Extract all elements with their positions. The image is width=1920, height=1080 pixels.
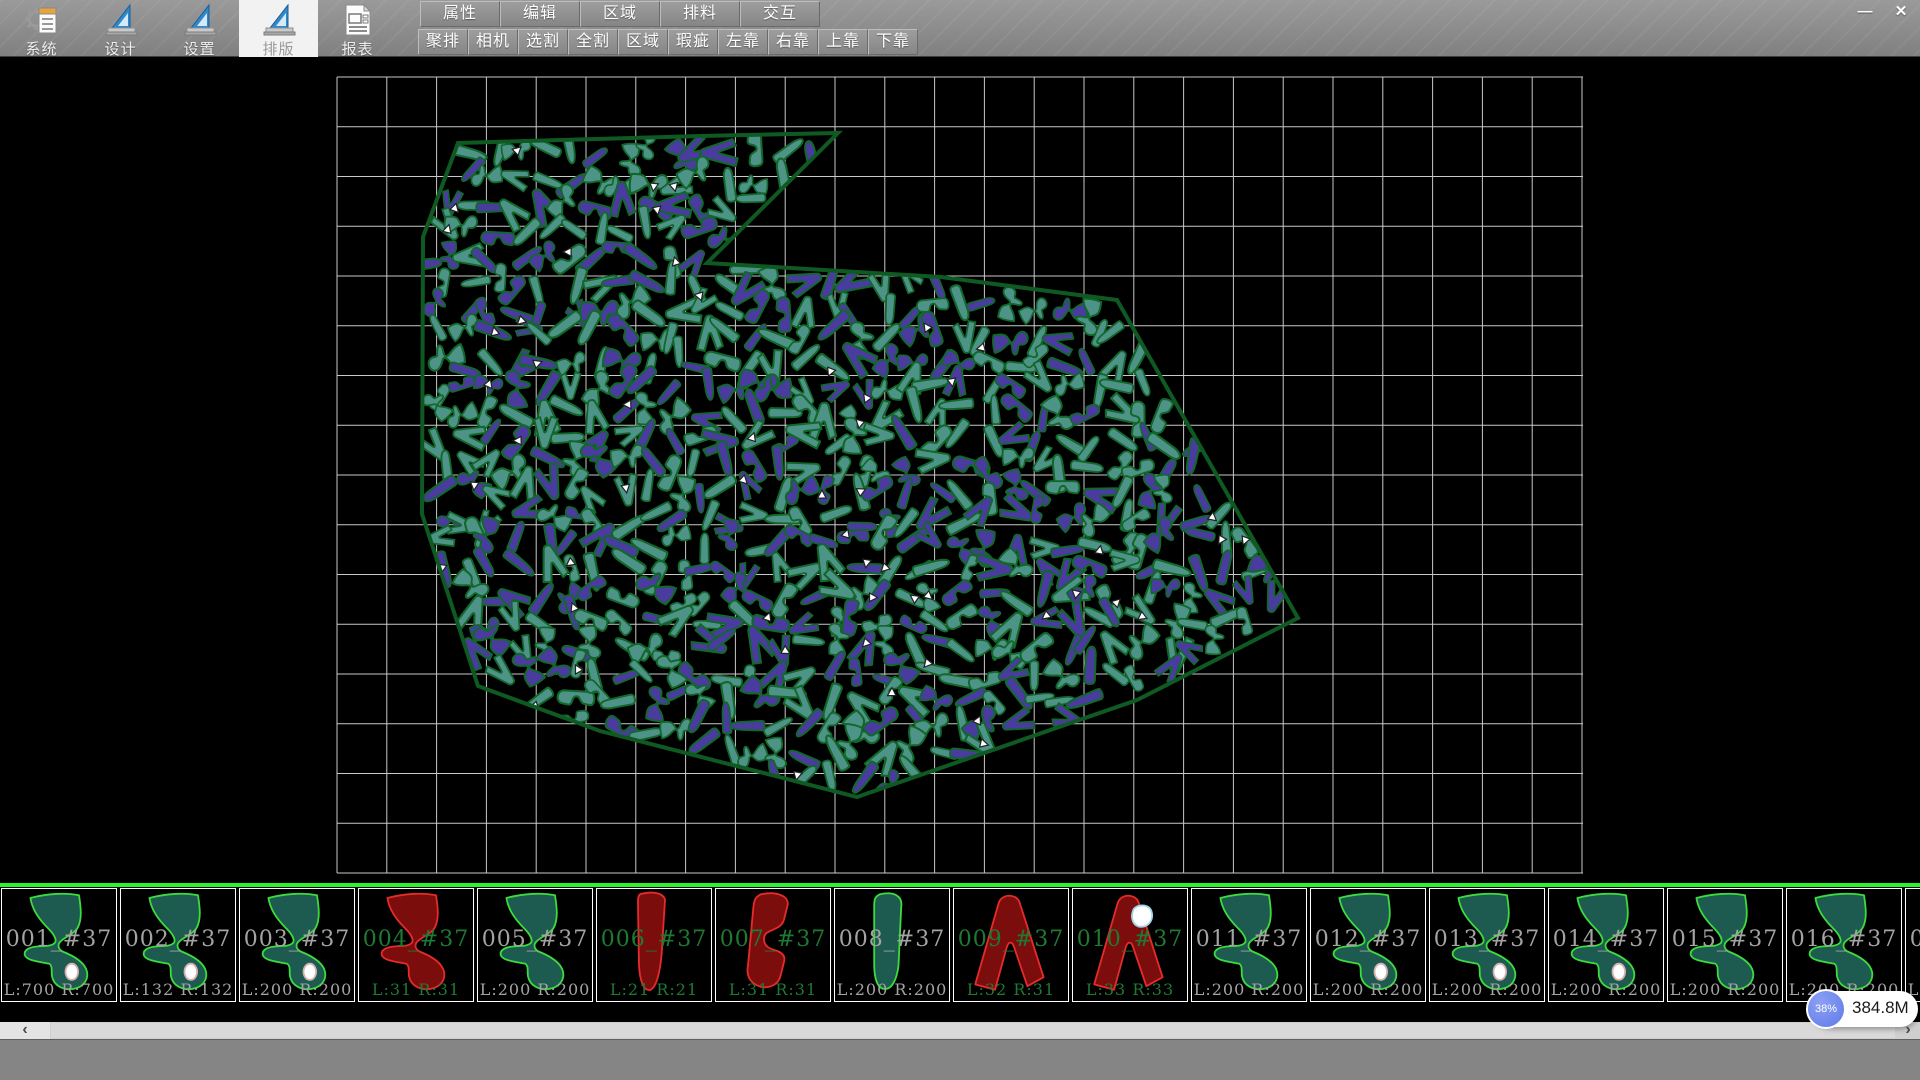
app-tab-settings[interactable]: 设置 <box>160 0 239 57</box>
piece-thumbnail-007_#37[interactable]: 007_#37L:31 R:31 <box>715 888 831 1002</box>
report-icon <box>340 2 376 38</box>
menu-item-align-top[interactable]: 上靠 <box>818 29 868 55</box>
piece-thumbnail-005_#37[interactable]: 005_#37L:200 R:200 <box>477 888 593 1002</box>
piece-thumbnail-013_#37[interactable]: 013_#37L:200 R:200 <box>1429 888 1545 1002</box>
menu-item-region[interactable]: 区域 <box>580 1 660 27</box>
piece-thumbnail-017_#37[interactable]: 017_#37L:200 R:200 <box>1905 888 1920 1002</box>
app-tab-label: 设计 <box>81 38 160 59</box>
cpu-percent-indicator: 38% <box>1806 989 1846 1029</box>
menu-row-primary: 属性编辑区域排料交互 <box>420 1 820 28</box>
app-tab-label: 设置 <box>160 38 239 59</box>
ruler-icon <box>261 2 297 38</box>
piece-shape <box>478 889 592 1001</box>
piece-thumbnail-006_#37[interactable]: 006_#37L:21 R:21 <box>596 888 712 1002</box>
piece-thumbnail-015_#37[interactable]: 015_#37L:200 R:200 <box>1667 888 1783 1002</box>
piece-shape <box>1430 889 1544 1001</box>
ruler-icon <box>182 2 218 38</box>
piece-thumbnail-strip: 001_#37L:700 R:700002_#37L:132 R:132003_… <box>1 888 1920 1002</box>
piece-thumbnail-003_#37[interactable]: 003_#37L:200 R:200 <box>239 888 355 1002</box>
menu-row-secondary: 聚排相机选割全割区域瑕疵左靠右靠上靠下靠 <box>418 29 918 56</box>
app-tab-label: 系统 <box>2 38 81 59</box>
piece-shape <box>1311 889 1425 1001</box>
piece-thumbnail-zone: 001_#37L:700 R:700002_#37L:132 R:132003_… <box>0 883 1920 1022</box>
piece-shape <box>835 889 949 1001</box>
strip-divider-line <box>0 883 1920 887</box>
piece-shape <box>1906 889 1920 1001</box>
piece-shape <box>1668 889 1782 1001</box>
piece-thumbnail-002_#37[interactable]: 002_#37L:132 R:132 <box>120 888 236 1002</box>
menu-item-align-bottom[interactable]: 下靠 <box>868 29 918 55</box>
horizontal-scrollbar[interactable]: ‹ › <box>0 1022 1920 1039</box>
piece-thumbnail-008_#37[interactable]: 008_#37L:200 R:200 <box>834 888 950 1002</box>
piece-shape <box>121 889 235 1001</box>
menu-item-properties[interactable]: 属性 <box>420 1 500 27</box>
piece-thumbnail-004_#37[interactable]: 004_#37L:31 R:31 <box>358 888 474 1002</box>
piece-shape <box>359 889 473 1001</box>
piece-shape <box>1073 889 1187 1001</box>
piece-shape <box>1787 889 1901 1001</box>
menu-item-cut-all[interactable]: 全割 <box>568 29 618 55</box>
menu-item-cluster-nest[interactable]: 聚排 <box>418 29 468 55</box>
piece-thumbnail-011_#37[interactable]: 011_#37L:200 R:200 <box>1191 888 1307 1002</box>
menu-item-edit[interactable]: 编辑 <box>500 1 580 27</box>
nested-pieces <box>406 128 1292 802</box>
app-tab-layout[interactable]: 排版 <box>239 0 318 57</box>
app-tab-label: 报表 <box>318 38 397 59</box>
menu-item-align-right[interactable]: 右靠 <box>768 29 818 55</box>
piece-shape <box>597 889 711 1001</box>
menu-item-select-cut[interactable]: 选割 <box>518 29 568 55</box>
piece-shape <box>240 889 354 1001</box>
menu-item-align-left[interactable]: 左靠 <box>718 29 768 55</box>
close-button[interactable]: ✕ <box>1886 2 1916 22</box>
piece-thumbnail-012_#37[interactable]: 012_#37L:200 R:200 <box>1310 888 1426 1002</box>
menu-item-defect[interactable]: 瑕疵 <box>668 29 718 55</box>
minimize-button[interactable]: — <box>1850 2 1880 22</box>
memory-usage-badge: 38% 384.8M <box>1806 989 1918 1029</box>
piece-shape <box>716 889 830 1001</box>
scroll-left-arrow-icon[interactable]: ‹ <box>0 1022 50 1039</box>
app-tab-label: 排版 <box>239 38 318 59</box>
piece-thumbnail-016_#37[interactable]: 016_#37L:200 R:200 <box>1786 888 1902 1002</box>
piece-thumbnail-009_#37[interactable]: 009_#37L:32 R:31 <box>953 888 1069 1002</box>
status-bar <box>0 1039 1920 1080</box>
piece-shape <box>954 889 1068 1001</box>
app-tab-report[interactable]: 报表 <box>318 0 397 57</box>
system-gear-icon <box>24 2 60 38</box>
scrollbar-thumb[interactable] <box>51 1023 1895 1038</box>
ruler-icon <box>103 2 139 38</box>
memory-value: 384.8M <box>1852 998 1909 1018</box>
piece-thumbnail-001_#37[interactable]: 001_#37L:700 R:700 <box>1 888 117 1002</box>
piece-shape <box>1549 889 1663 1001</box>
menu-item-region[interactable]: 区域 <box>618 29 668 55</box>
toolbar: 系统设计设置排版报表 属性编辑区域排料交互 聚排相机选割全割区域瑕疵左靠右靠上靠… <box>0 0 1920 57</box>
menu-item-camera[interactable]: 相机 <box>468 29 518 55</box>
piece-thumbnail-014_#37[interactable]: 014_#37L:200 R:200 <box>1548 888 1664 1002</box>
app-tab-design[interactable]: 设计 <box>81 0 160 57</box>
nesting-canvas[interactable] <box>0 57 1920 883</box>
piece-thumbnail-010_#37[interactable]: 010_#37L:33 R:33 <box>1072 888 1188 1002</box>
piece-shape <box>1192 889 1306 1001</box>
menu-item-nesting[interactable]: 排料 <box>660 1 740 27</box>
application-window: 系统设计设置排版报表 属性编辑区域排料交互 聚排相机选割全割区域瑕疵左靠右靠上靠… <box>0 0 1920 1080</box>
window-controls: — ✕ <box>1850 2 1916 22</box>
app-tab-system[interactable]: 系统 <box>2 0 81 57</box>
piece-shape <box>2 889 116 1001</box>
menu-item-interact[interactable]: 交互 <box>740 1 820 27</box>
